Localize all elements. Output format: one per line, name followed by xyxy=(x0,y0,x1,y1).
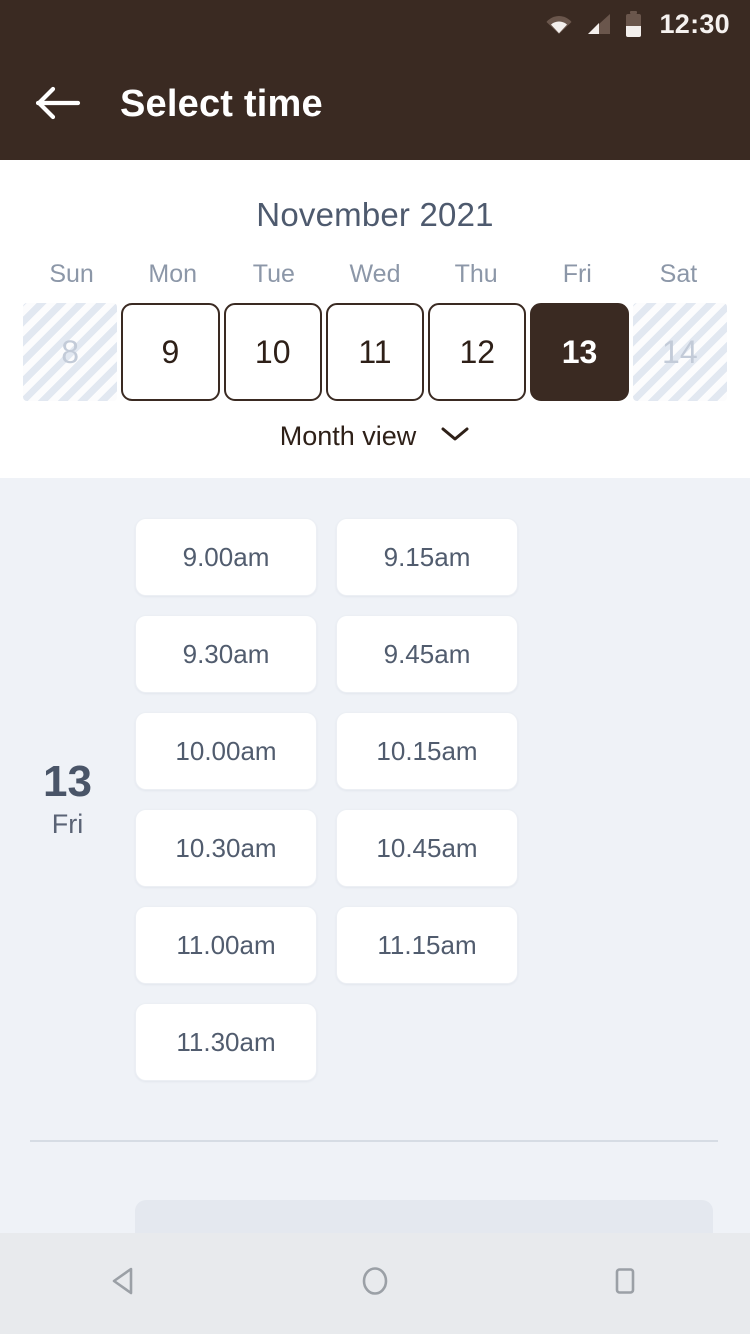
wifi-icon xyxy=(546,12,572,36)
day-section-13-weekday: Fri xyxy=(51,809,84,840)
calendar-day-11[interactable]: 11 xyxy=(325,303,425,401)
back-button[interactable] xyxy=(20,65,98,143)
time-slot[interactable]: 10.30am xyxy=(135,809,317,887)
arrow-left-icon xyxy=(35,86,82,123)
page-title: Select time xyxy=(120,82,323,125)
signal-icon xyxy=(586,12,612,36)
weekday-label-sun: Sun xyxy=(49,260,94,288)
battery-icon xyxy=(626,11,642,37)
month-view-label: Month view xyxy=(279,421,417,451)
circle-home-icon xyxy=(356,1262,394,1305)
weekday-label-thu: Thu xyxy=(454,260,498,288)
calendar-day-10[interactable]: 10 xyxy=(223,303,322,401)
phone-screen: 12:30 Select time November 2021 Sun Mon … xyxy=(0,0,750,1334)
app-bar: Select time xyxy=(0,48,750,160)
weekday-label-tue: Tue xyxy=(252,260,295,288)
nav-back-button[interactable] xyxy=(80,1239,170,1329)
time-slot[interactable]: 10.15am xyxy=(336,712,518,790)
weekday-label-wed: Wed xyxy=(349,260,401,288)
calendar-month-label: November 2021 xyxy=(256,196,494,233)
day-section-13-slots: 9.00am 9.15am 9.30am 9.45am 10.00am 10.1… xyxy=(135,518,750,1081)
calendar-day-13-selected[interactable]: 13 xyxy=(530,303,629,401)
chevron-down-icon xyxy=(440,425,470,448)
month-view-toggle[interactable]: Month view xyxy=(0,421,750,452)
weekday-header-row: Sun Mon Tue Wed Thu Fri Sat xyxy=(0,260,750,289)
time-slot[interactable]: 11.15am xyxy=(336,906,518,984)
weekday-label-mon: Mon xyxy=(148,260,198,288)
status-icons: 12:30 xyxy=(546,9,730,40)
status-bar-clock: 12:30 xyxy=(659,8,730,39)
calendar-days-row: 8 9 10 11 12 13 14 xyxy=(0,303,750,401)
square-recents-icon xyxy=(606,1262,644,1305)
calendar-day-8: 8 xyxy=(23,303,118,401)
day-section-14-side-label: 14 Sun xyxy=(0,1200,135,1233)
calendar-panel: November 2021 Sun Mon Tue Wed Thu Fri Sa… xyxy=(0,160,750,478)
status-bar: 12:30 xyxy=(0,0,750,48)
day-section-14: 14 Sun Salon closed xyxy=(0,1200,750,1233)
day-section-13: 13 Fri 9.00am 9.15am 9.30am 9.45am 10.00… xyxy=(0,478,750,1081)
nav-home-button[interactable] xyxy=(330,1239,420,1329)
section-divider xyxy=(30,1140,718,1142)
calendar-day-12[interactable]: 12 xyxy=(428,303,527,401)
time-slot-list: 13 Fri 9.00am 9.15am 9.30am 9.45am 10.00… xyxy=(0,478,750,1233)
time-slot[interactable]: 11.00am xyxy=(135,906,317,984)
weekday-label-fri: Fri xyxy=(562,260,592,288)
calendar-day-9[interactable]: 9 xyxy=(121,303,220,401)
calendar-day-14: 14 xyxy=(632,303,727,401)
time-slot[interactable]: 11.30am xyxy=(135,1003,317,1081)
android-nav-bar xyxy=(0,1233,750,1334)
day-section-13-number: 13 xyxy=(43,756,92,806)
time-slot[interactable]: 10.45am xyxy=(336,809,518,887)
time-slot[interactable]: 10.00am xyxy=(135,712,317,790)
triangle-back-icon xyxy=(106,1262,144,1305)
day-section-13-side-label: 13 Fri xyxy=(0,518,135,1081)
time-slot[interactable]: 9.00am xyxy=(135,518,317,596)
time-slot[interactable]: 9.45am xyxy=(336,615,518,693)
nav-recents-button[interactable] xyxy=(580,1239,670,1329)
weekday-label-sat: Sat xyxy=(659,260,698,288)
time-slot[interactable]: 9.30am xyxy=(135,615,317,693)
salon-closed-banner: Salon closed xyxy=(135,1200,713,1233)
time-slot[interactable]: 9.15am xyxy=(336,518,518,596)
